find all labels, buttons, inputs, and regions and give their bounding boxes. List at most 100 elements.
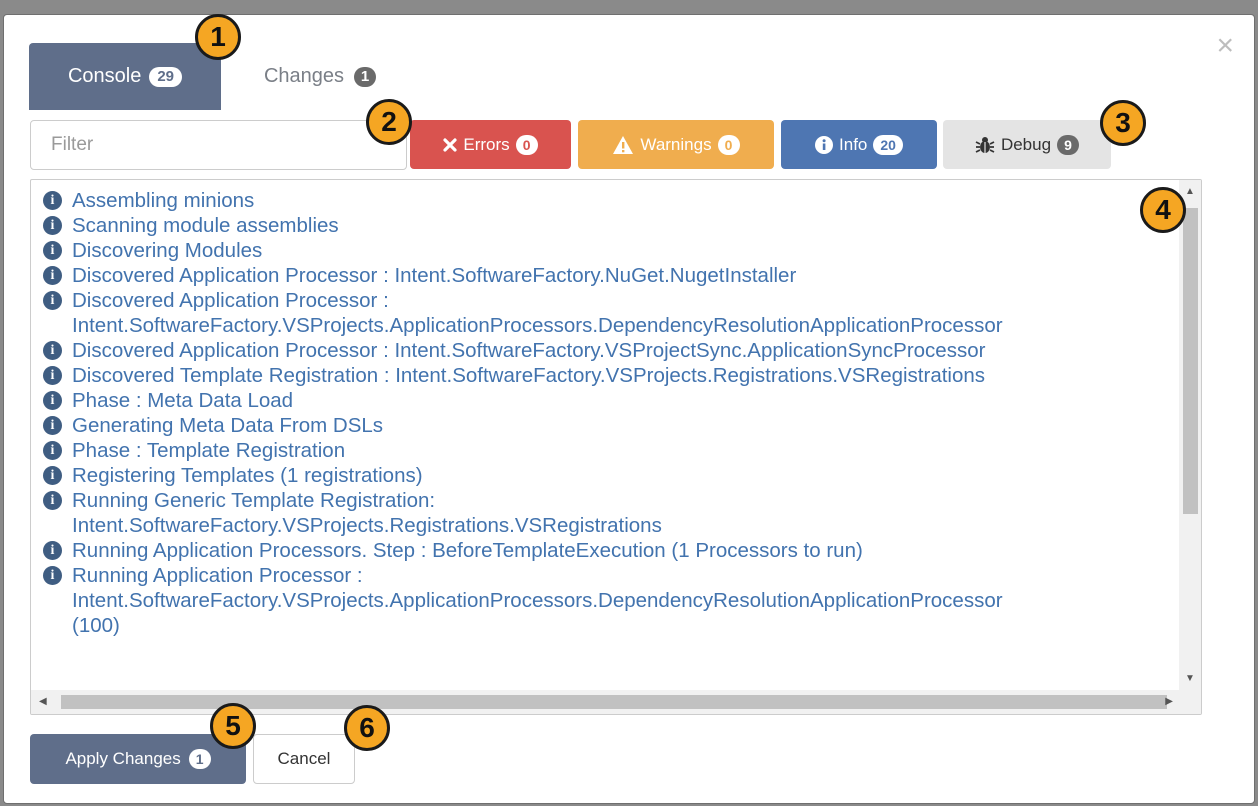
close-icon[interactable]: × (1216, 31, 1234, 61)
log-entry-line: Registering Templates (1 registrations) (72, 464, 423, 487)
log-entry-line: Scanning module assemblies (72, 214, 339, 237)
errors-label: Errors (463, 134, 510, 154)
log-entry: i Phase : Meta Data Load (43, 388, 1201, 413)
log-entry-text: Discovered Application Processor : Intent… (72, 288, 1003, 338)
info-icon: i (43, 441, 62, 460)
scroll-right-icon[interactable]: ▶ (1165, 696, 1173, 707)
log-entry-line: Assembling minions (72, 189, 255, 212)
log-entry-line: Discovering Modules (72, 239, 263, 262)
log-entry-text: Registering Templates (1 registrations) (72, 463, 423, 488)
info-label: Info (839, 134, 868, 154)
log-output-panel[interactable]: i Assembling minions i Scanning module asse… (30, 179, 1202, 715)
callout-4: 4 (1140, 187, 1186, 233)
log-entry-line: Running Application Processors. Step : B… (72, 539, 863, 562)
log-entry: i Assembling minions (43, 188, 1201, 213)
info-icon: i (43, 391, 62, 410)
log-entry: i Running Generic Template Registration: I… (43, 488, 1201, 538)
log-entry-line: Phase : Meta Data Load (72, 389, 294, 412)
callout-2: 2 (366, 99, 412, 145)
tab-changes-label: Changes (263, 65, 345, 87)
log-entry-line: Discovered Template Registration : Inten… (72, 364, 986, 387)
vertical-scroll-thumb[interactable] (1183, 208, 1198, 514)
info-icon: i (43, 291, 62, 310)
log-entry-text: Phase : Template Registration (72, 438, 345, 463)
info-icon: i (43, 416, 62, 435)
log-entry-text: Running Generic Template Registration: In… (72, 488, 662, 538)
warning-icon (612, 135, 634, 155)
callout-1: 1 (195, 14, 241, 60)
log-entry-text: Phase : Meta Data Load (72, 388, 293, 413)
log-entry-line: Intent.SoftwareFactory.VSProjects.Regist… (72, 514, 662, 537)
errors-toggle-button[interactable]: Errors 0 (410, 120, 571, 169)
warnings-toggle-button[interactable]: Warnings 0 (578, 120, 774, 169)
log-entry: i Generating Meta Data From DSLs (43, 413, 1201, 438)
log-entry: i Running Application Processors. Step : … (43, 538, 1201, 563)
log-entry-line: Generating Meta Data From DSLs (72, 414, 384, 437)
callout-6: 6 (344, 705, 390, 751)
info-icon: i (43, 566, 62, 585)
info-icon (815, 135, 834, 154)
info-icon: i (43, 491, 62, 510)
log-entry: i Discovered Template Registration : Inte… (43, 363, 1201, 388)
log-entry-text: Discovered Application Processor : Inten… (72, 263, 796, 288)
errors-count: 0 (515, 134, 538, 155)
info-icon: i (43, 241, 62, 260)
apply-changes-button[interactable]: Apply Changes 1 (30, 734, 246, 784)
scroll-down-icon[interactable]: ▼ (1185, 673, 1195, 684)
log-entry-line: Intent.SoftwareFactory.VSProjects.Applic… (72, 589, 1003, 612)
info-icon: i (43, 216, 62, 235)
log-entry-text: Generating Meta Data From DSLs (72, 413, 383, 438)
warnings-label: Warnings (640, 134, 712, 154)
callout-5: 5 (210, 703, 256, 749)
log-entry-line: Running Application Processor : (72, 564, 363, 587)
debug-toggle-button[interactable]: Debug 9 (943, 120, 1111, 169)
apply-changes-label: Apply Changes (65, 749, 181, 768)
scroll-left-icon[interactable]: ◀ (39, 696, 47, 707)
log-entry-text: Assembling minions (72, 188, 254, 213)
callout-3: 3 (1100, 100, 1146, 146)
log-list: i Assembling minions i Scanning module asse… (43, 188, 1201, 638)
log-entry: i Scanning module assemblies (43, 213, 1201, 238)
tab-console-label: Console (67, 65, 142, 87)
log-entry-line: Phase : Template Registration (72, 439, 346, 462)
log-entry-text: Discovered Template Registration : Inten… (72, 363, 985, 388)
info-icon: i (43, 366, 62, 385)
bug-icon (975, 136, 995, 154)
log-entry-line: Discovered Application Processor : (72, 289, 389, 312)
times-icon (443, 137, 457, 152)
log-entry: i Running Application Processor : Intent.S… (43, 563, 1201, 638)
log-entry-text: Running Application Processors. Step : B… (72, 538, 863, 563)
log-entry: i Registering Templates (1 registrations) (43, 463, 1201, 488)
tab-changes-count: 1 (354, 66, 377, 87)
info-icon: i (43, 266, 62, 285)
tab-console-count: 29 (149, 66, 183, 87)
vertical-scrollbar[interactable]: ▲ ▼ (1179, 180, 1201, 690)
log-entry: i Discovered Application Processor : Inte… (43, 338, 1201, 363)
log-entry-line: (100) (72, 614, 120, 637)
log-entry-line: Running Generic Template Registration: (72, 489, 436, 512)
log-entry: i Discovered Application Processor : Inte… (43, 263, 1201, 288)
scroll-up-icon[interactable]: ▲ (1185, 186, 1195, 197)
info-icon: i (43, 191, 62, 210)
log-entry-text: Discovering Modules (72, 238, 262, 263)
log-entry-text: Scanning module assemblies (72, 213, 339, 238)
log-entry-text: Discovered Application Processor : Inten… (72, 338, 985, 363)
log-entry-line: Intent.SoftwareFactory.VSProjects.Applic… (72, 314, 1003, 337)
tab-console[interactable]: Console 29 (29, 43, 221, 110)
log-entry-line: Discovered Application Processor : Inten… (72, 339, 986, 362)
debug-label: Debug (1000, 134, 1052, 154)
apply-changes-count: 1 (188, 749, 211, 769)
info-icon: i (43, 341, 62, 360)
log-entry: i Discovering Modules (43, 238, 1201, 263)
filter-input[interactable] (30, 120, 407, 170)
info-icon: i (43, 466, 62, 485)
horizontal-scrollbar[interactable]: ◀ ▶ (31, 690, 1181, 714)
log-entry-line: Discovered Application Processor : Inten… (72, 264, 797, 287)
console-dialog: × Console 29 Changes 1 Errors 0 Warnings… (3, 14, 1255, 804)
cancel-button[interactable]: Cancel (253, 734, 355, 784)
log-entry-text: Running Application Processor : Intent.So… (72, 563, 1003, 638)
warnings-count: 0 (717, 134, 740, 155)
info-toggle-button[interactable]: Info 20 (781, 120, 937, 169)
debug-count: 9 (1057, 134, 1080, 155)
info-count: 20 (873, 134, 903, 155)
